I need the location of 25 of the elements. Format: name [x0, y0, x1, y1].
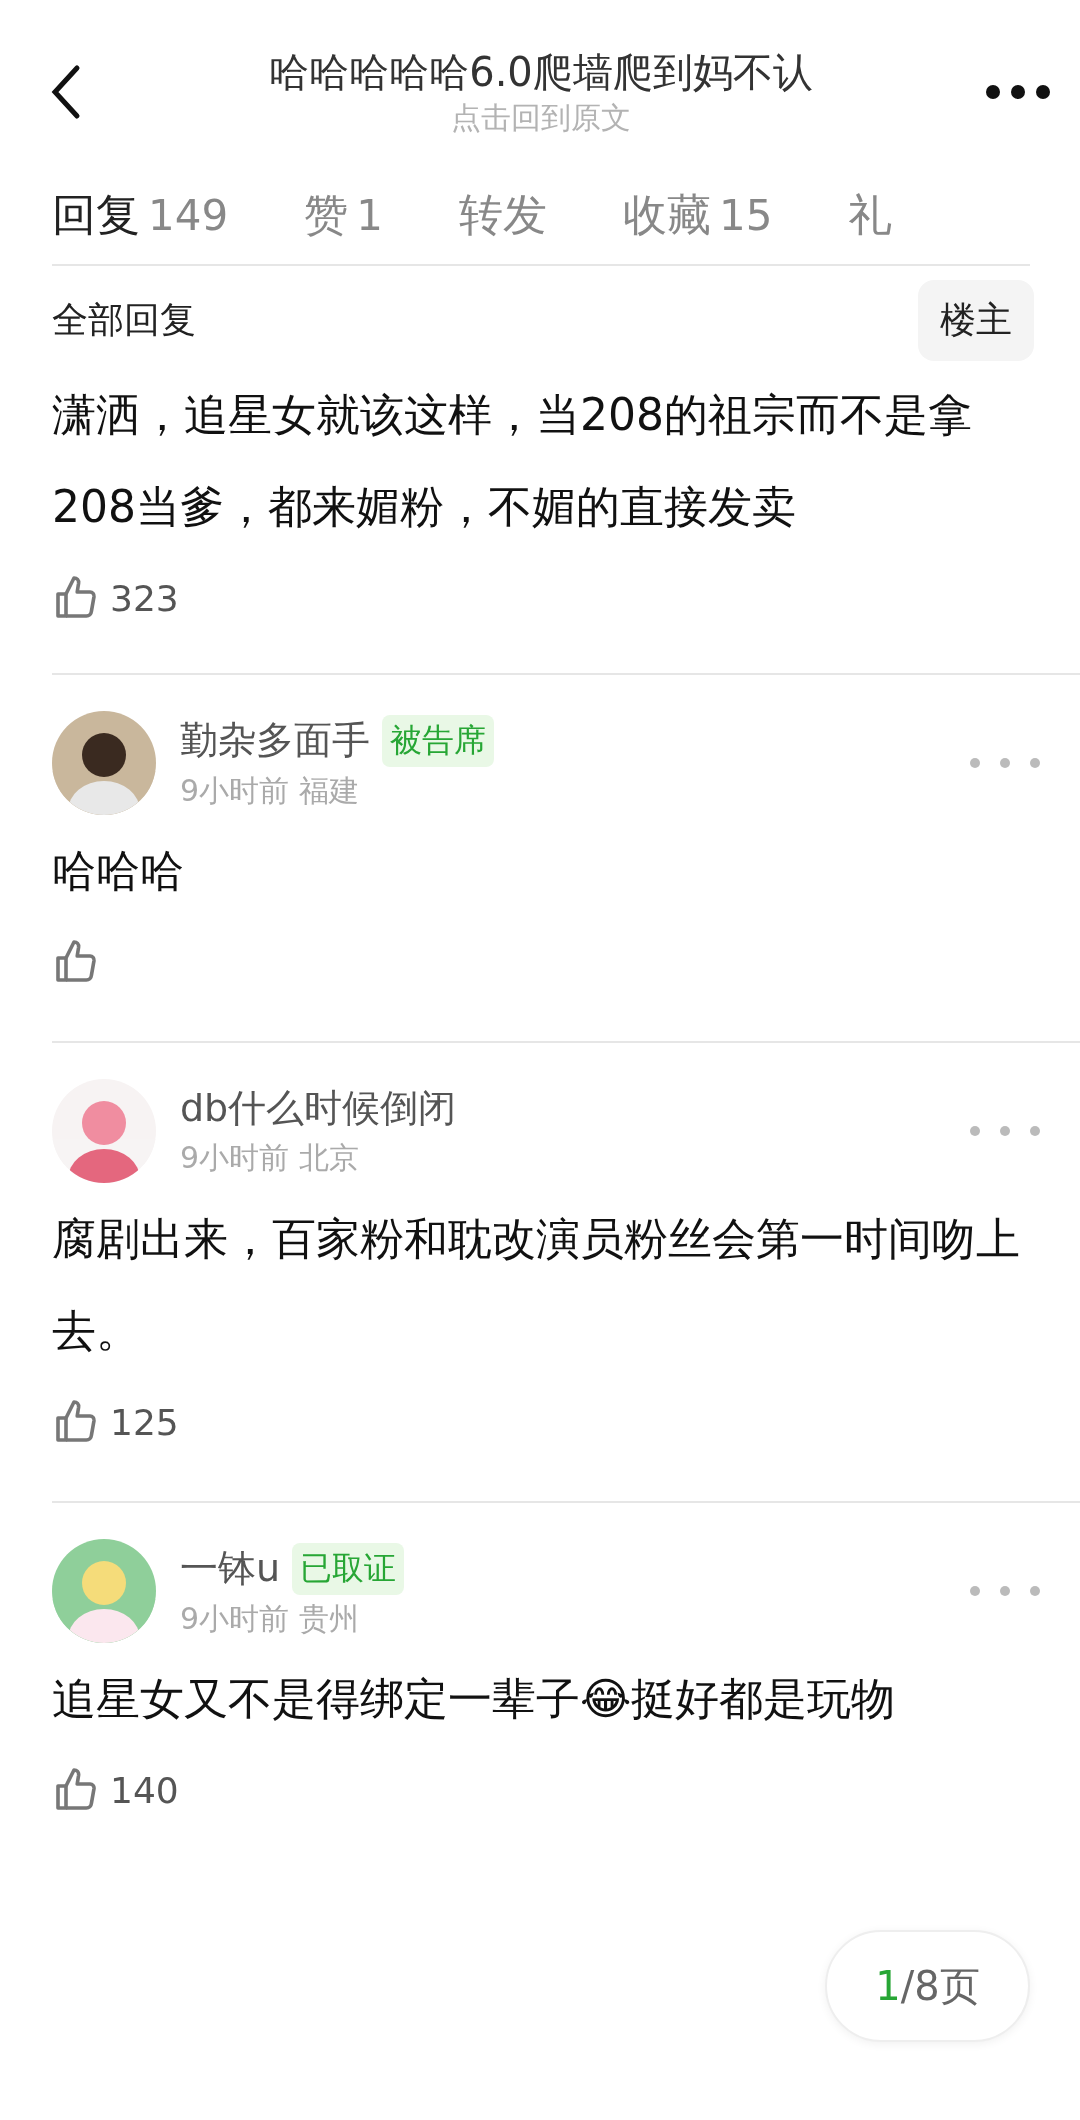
user-tag: 已取证 [292, 1542, 405, 1595]
page-indicator[interactable]: 1/8页 [825, 1930, 1030, 2042]
like-count: 323 [110, 577, 179, 619]
more-icon[interactable] [986, 85, 1050, 99]
op-filter-button[interactable]: 楼主 [918, 280, 1034, 361]
comment-meta: 9小时前 贵州 [180, 1599, 360, 1638]
tab[interactable]: 转发 [458, 186, 547, 244]
tab[interactable]: 礼 [848, 186, 893, 244]
comment-text: 哈哈哈 [51, 844, 185, 898]
like-count: 125 [110, 1401, 179, 1443]
section-title: 全部回复 [52, 298, 196, 342]
comment-text: 追星女又不是得绑定一辈子😂挺好都是玩物 [51, 1672, 897, 1726]
comment-meta: 9小时前 福建 [180, 771, 360, 810]
tab[interactable]: 赞 1 [304, 186, 383, 244]
user-tag: 被告席 [382, 714, 494, 767]
like-count: 140 [110, 1769, 179, 1811]
tab[interactable]: 收藏 15 [622, 186, 773, 244]
post-text: 潇洒，追星女就该这样，当208的祖宗而不是拿208当爹，都来媚粉，不媚的直接发卖 [51, 388, 973, 534]
comment-meta: 9小时前 北京 [180, 1139, 360, 1177]
comment-text: 腐剧出来，百家粉和耽改演员粉丝会第一时间吻上去。 [51, 1212, 1021, 1358]
tab[interactable]: 回复 149 [52, 186, 229, 264]
username[interactable]: 一钵u [180, 1543, 281, 1594]
username[interactable]: db什么时候倒闭 [180, 1083, 457, 1134]
username[interactable]: 勤杂多面手 [180, 715, 370, 766]
post-title[interactable]: 哈哈哈哈哈6.0爬墙爬到妈不认 [269, 46, 813, 98]
